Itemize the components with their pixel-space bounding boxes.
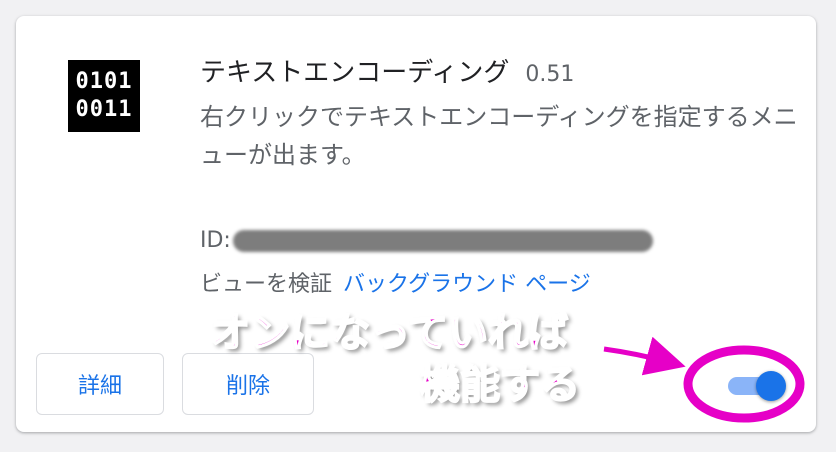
- enable-toggle[interactable]: [728, 371, 786, 401]
- toggle-knob: [756, 371, 786, 401]
- inspect-views-row: ビューを検証 バックグラウンド ページ: [200, 266, 591, 298]
- annotation-line-1: オンになっていれば: [209, 309, 569, 357]
- extension-card: 0101 0011 テキストエンコーディング 0.51 右クリックでテキストエン…: [16, 16, 816, 432]
- icon-line-2: 0011: [75, 97, 133, 122]
- annotation-line-2: 機能する: [419, 361, 581, 409]
- extension-icon: 0101 0011: [68, 60, 140, 132]
- extension-name: テキストエンコーディング: [200, 58, 510, 88]
- extension-version: 0.51: [525, 62, 575, 87]
- inspect-views-label: ビューを検証: [200, 272, 333, 297]
- details-button[interactable]: 詳細: [36, 353, 164, 415]
- icon-line-1: 0101: [75, 69, 133, 94]
- extension-id-row: ID:: [200, 228, 653, 253]
- background-page-link[interactable]: バックグラウンド ページ: [343, 272, 591, 297]
- id-label: ID:: [200, 228, 231, 253]
- extension-description: 右クリックでテキストエンコーディングを指定するメニューが出ます。: [200, 103, 798, 169]
- id-redacted: [232, 229, 653, 252]
- title-row: テキストエンコーディング 0.51: [200, 52, 574, 89]
- remove-button[interactable]: 削除: [182, 353, 314, 415]
